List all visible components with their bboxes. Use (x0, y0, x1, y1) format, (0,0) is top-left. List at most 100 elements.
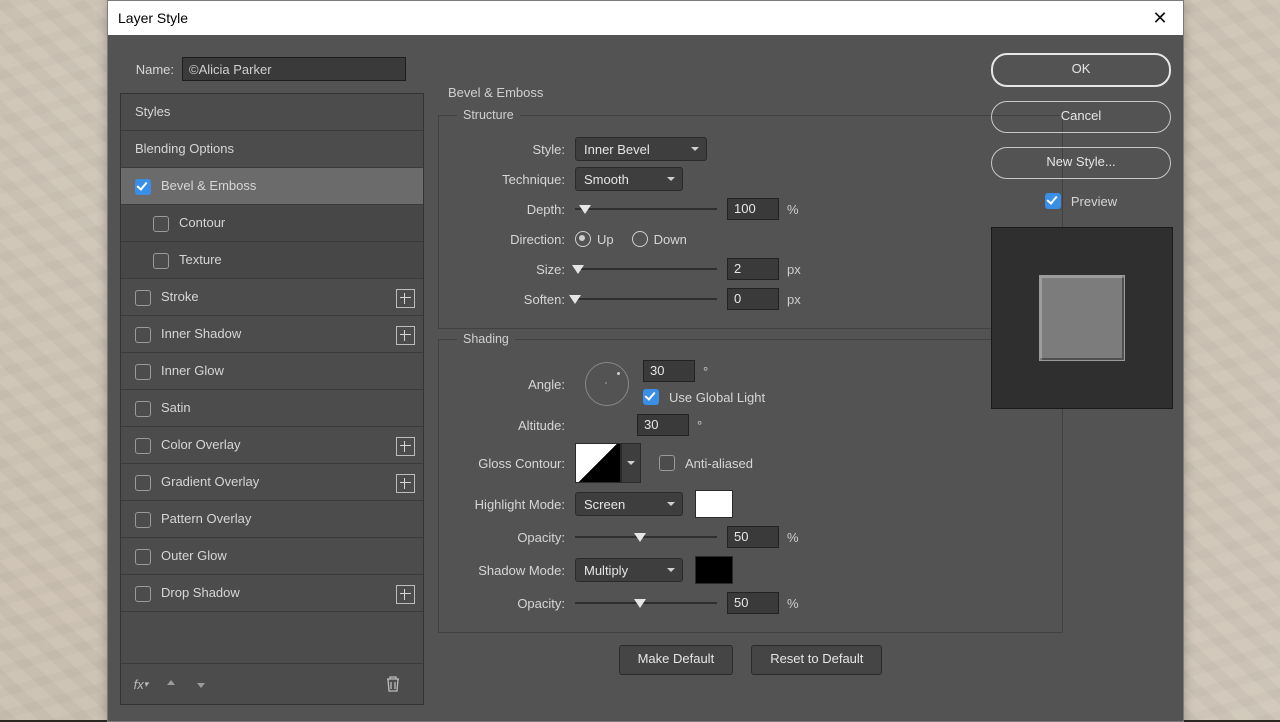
styles-item-checkbox[interactable] (135, 586, 151, 602)
styles-item-checkbox[interactable] (153, 253, 169, 269)
styles-item-stroke[interactable]: Stroke (121, 279, 423, 316)
styles-item-checkbox[interactable] (153, 216, 169, 232)
depth-value[interactable]: 100 (727, 198, 779, 220)
size-label: Size: (457, 262, 565, 277)
styles-item-checkbox[interactable] (135, 364, 151, 380)
styles-item-checkbox[interactable] (135, 512, 151, 528)
cancel-button[interactable]: Cancel (991, 101, 1171, 133)
highlight-opacity-value[interactable]: 50 (727, 526, 779, 548)
styles-item-checkbox[interactable] (135, 549, 151, 565)
styles-item-label: Inner Shadow (161, 326, 241, 341)
angle-dial[interactable] (585, 362, 629, 406)
right-column: OK Cancel New Style... Preview (991, 53, 1171, 409)
shadow-mode-select[interactable]: Multiply (575, 558, 683, 582)
fx-icon[interactable]: fx▾ (131, 674, 151, 694)
add-effect-button[interactable] (396, 585, 415, 604)
titlebar[interactable]: Layer Style ✕ (108, 1, 1183, 35)
settings-title: Bevel & Emboss (438, 85, 543, 100)
styles-item-inner-shadow[interactable]: Inner Shadow (121, 316, 423, 353)
layer-style-dialog: Layer Style ✕ Name: Styles Blending Opti… (107, 0, 1184, 722)
styles-item-drop-shadow[interactable]: Drop Shadow (121, 575, 423, 612)
angle-value[interactable]: 30 (643, 360, 695, 382)
highlight-opacity-slider[interactable] (575, 530, 717, 544)
angle-unit: ° (703, 364, 708, 379)
add-effect-button[interactable] (396, 437, 415, 456)
settings-footer: Make Default Reset to Default (438, 645, 1063, 675)
reset-default-button[interactable]: Reset to Default (751, 645, 882, 675)
add-effect-button[interactable] (396, 474, 415, 493)
soften-value[interactable]: 0 (727, 288, 779, 310)
styles-item-label: Pattern Overlay (161, 511, 251, 526)
styles-item-label: Texture (179, 252, 222, 267)
styles-item-gradient-overlay[interactable]: Gradient Overlay (121, 464, 423, 501)
name-input[interactable] (182, 57, 406, 81)
structure-group: Structure Style: Inner Bevel Technique: … (438, 115, 1063, 329)
shadow-opacity-slider[interactable] (575, 596, 717, 610)
technique-select[interactable]: Smooth (575, 167, 683, 191)
styles-item-pattern-overlay[interactable]: Pattern Overlay (121, 501, 423, 538)
structure-title: Structure (457, 108, 520, 122)
global-light-checkbox[interactable] (643, 389, 659, 405)
styles-item-checkbox[interactable] (135, 179, 151, 195)
name-row: Name: (126, 57, 406, 81)
styles-footer: fx▾ (121, 663, 423, 704)
styles-item-color-overlay[interactable]: Color Overlay (121, 427, 423, 464)
shadow-mode-label: Shadow Mode: (457, 563, 565, 578)
angle-label: Angle: (457, 377, 565, 392)
arrow-down-icon[interactable] (191, 674, 211, 694)
direction-up-radio[interactable] (575, 231, 591, 247)
make-default-button[interactable]: Make Default (619, 645, 734, 675)
styles-item-satin[interactable]: Satin (121, 390, 423, 427)
styles-item-label: Drop Shadow (161, 585, 240, 600)
depth-slider[interactable] (575, 202, 717, 216)
shadow-color-swatch[interactable] (695, 556, 733, 584)
altitude-value[interactable]: 30 (637, 414, 689, 436)
highlight-opacity-unit: % (787, 530, 799, 545)
shadow-opacity-value[interactable]: 50 (727, 592, 779, 614)
styles-item-checkbox[interactable] (135, 401, 151, 417)
styles-panel: Styles Blending Options Bevel & Emboss Co… (120, 93, 424, 705)
direction-down-radio[interactable] (632, 231, 648, 247)
ok-button[interactable]: OK (991, 53, 1171, 87)
styles-item-outer-glow[interactable]: Outer Glow (121, 538, 423, 575)
styles-item-contour[interactable]: Contour (121, 205, 423, 242)
close-button[interactable]: ✕ (1137, 1, 1183, 35)
settings-panel: Bevel & Emboss Structure Style: Inner Be… (438, 85, 1063, 675)
arrow-up-icon[interactable] (161, 674, 181, 694)
add-effect-button[interactable] (396, 326, 415, 345)
styles-item-label: Color Overlay (161, 437, 240, 452)
soften-unit: px (787, 292, 801, 307)
blending-options-label: Blending Options (135, 141, 234, 156)
styles-item-texture[interactable]: Texture (121, 242, 423, 279)
add-effect-button[interactable] (396, 289, 415, 308)
gloss-label: Gloss Contour: (457, 456, 565, 471)
preview-checkbox[interactable] (1045, 193, 1061, 209)
new-style-button[interactable]: New Style... (991, 147, 1171, 179)
soften-slider[interactable] (575, 292, 717, 306)
styles-header[interactable]: Styles (121, 94, 423, 131)
size-slider[interactable] (575, 262, 717, 276)
styles-item-checkbox[interactable] (135, 327, 151, 343)
gloss-contour-dropdown[interactable] (621, 443, 641, 483)
direction-label: Direction: (457, 232, 565, 247)
name-label: Name: (126, 62, 174, 77)
styles-blending-options[interactable]: Blending Options (121, 131, 423, 168)
styles-item-checkbox[interactable] (135, 290, 151, 306)
shading-group: Shading Angle: 30 ° Use Global L (438, 339, 1063, 633)
antialias-checkbox[interactable] (659, 455, 675, 471)
trash-icon[interactable] (383, 674, 403, 694)
styles-item-bevel-emboss[interactable]: Bevel & Emboss (121, 168, 423, 205)
altitude-label: Altitude: (457, 418, 565, 433)
styles-item-checkbox[interactable] (135, 438, 151, 454)
styles-item-inner-glow[interactable]: Inner Glow (121, 353, 423, 390)
highlight-color-swatch[interactable] (695, 490, 733, 518)
styles-item-label: Contour (179, 215, 225, 230)
window-title: Layer Style (118, 10, 188, 26)
styles-item-checkbox[interactable] (135, 475, 151, 491)
highlight-mode-select[interactable]: Screen (575, 492, 683, 516)
gloss-contour-swatch[interactable] (575, 443, 621, 483)
style-select[interactable]: Inner Bevel (575, 137, 707, 161)
size-value[interactable]: 2 (727, 258, 779, 280)
styles-item-label: Inner Glow (161, 363, 224, 378)
depth-unit: % (787, 202, 799, 217)
